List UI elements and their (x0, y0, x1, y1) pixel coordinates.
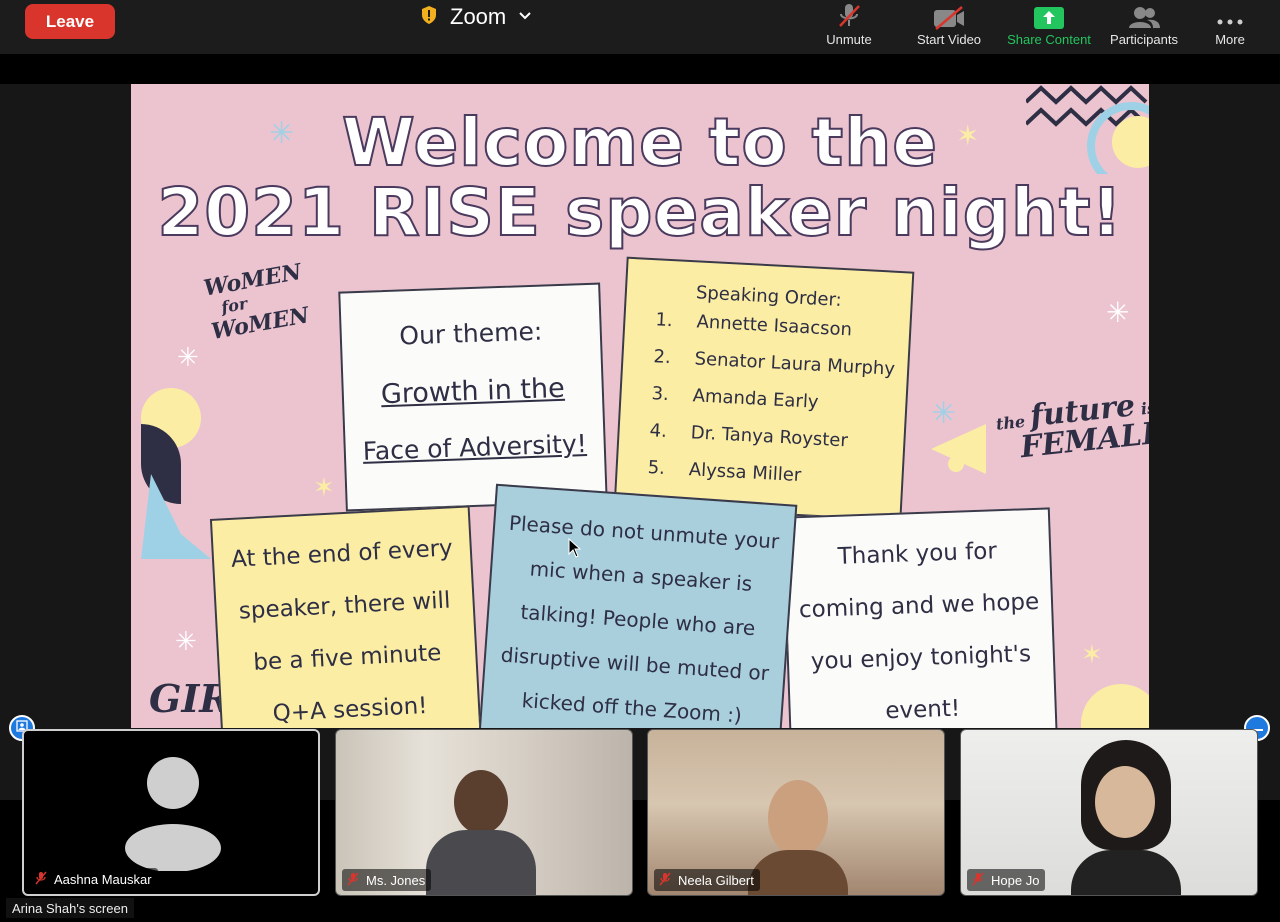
video-off-icon (932, 0, 966, 30)
participant-name-tag: Neela Gilbert (654, 869, 760, 891)
mic-muted-icon (34, 871, 48, 888)
participant-name-tag: Aashna Mauskar (30, 868, 158, 890)
qa-card-text: At the end of every speaker, there will … (230, 535, 454, 727)
unmute-label: Unmute (826, 32, 872, 47)
share-up-arrow-icon (1033, 0, 1065, 30)
unmute-button[interactable]: Unmute (820, 0, 878, 54)
shield-icon (420, 5, 438, 30)
mic-muted-icon (834, 0, 864, 30)
share-content-button[interactable]: Share Content (1002, 0, 1096, 54)
sun-decoration-icon (1081, 684, 1149, 728)
video-feed (748, 780, 848, 895)
slide-title-line-1: Welcome to the (341, 103, 938, 182)
mouse-cursor-icon (568, 538, 582, 558)
sparkle-decoration-icon: ✳ (931, 397, 957, 430)
thanks-card: Thank you for coming and we hope you enj… (781, 507, 1059, 728)
share-content-label: Share Content (1007, 32, 1091, 47)
theme-card: Our theme: Growth in the Face of Adversi… (338, 282, 608, 512)
participant-name-tag: Ms. Jones (342, 869, 432, 891)
theme-line-2: Face of Adversity! (362, 429, 588, 466)
participants-button[interactable]: Participants (1104, 0, 1184, 54)
meeting-title-area[interactable]: Zoom (420, 4, 532, 30)
speaking-order-list: 1. Annette Isaacson 2. Senator Laura Murph… (616, 308, 909, 508)
theme-line-1: Growth in the (380, 372, 566, 411)
leave-button[interactable]: Leave (25, 4, 115, 39)
start-video-label: Start Video (916, 32, 982, 47)
mic-muted-icon (346, 872, 360, 889)
participant-tile[interactable]: Ms. Jones (335, 729, 633, 896)
slide-title-line-2: 2021 RISE speaker night! (156, 173, 1123, 252)
participant-tile[interactable]: Aashna Mauskar (22, 729, 320, 896)
video-feed (426, 770, 536, 895)
toolbar-divider-strip (0, 54, 1280, 84)
top-toolbar: Leave Zoom Unmute Start Video Share Cont… (0, 0, 1280, 54)
start-video-button[interactable]: Start Video (912, 0, 986, 54)
participant-tile[interactable]: Hope Jo (960, 729, 1258, 896)
participant-tile[interactable]: Neela Gilbert (647, 729, 945, 896)
future-is-female-logo: the future is FEMALE (995, 388, 1149, 466)
more-dots-icon (1215, 0, 1245, 30)
sparkle-decoration-icon: ✳ (175, 626, 197, 656)
more-button[interactable]: More (1206, 0, 1254, 54)
women-for-women-logo: WoMEN for WoMEN (201, 258, 312, 346)
participant-name-tag: Hope Jo (967, 869, 1046, 891)
qa-card: At the end of every speaker, there will … (209, 505, 483, 728)
thanks-card-text: Thank you for coming and we hope you enj… (798, 538, 1040, 725)
mic-muted-icon (658, 872, 672, 889)
video-feed (1071, 740, 1181, 895)
chevron-down-icon[interactable] (518, 8, 532, 26)
sparkle-decoration-icon: ✶ (313, 472, 335, 502)
mute-rules-text: Please do not unmute your mic when a spe… (499, 510, 780, 728)
sparkle-decoration-icon: ✶ (1081, 639, 1103, 669)
theme-heading: Our theme: (398, 316, 543, 351)
meeting-title: Zoom (450, 4, 507, 29)
mute-rules-card: Please do not unmute your mic when a spe… (478, 483, 798, 728)
sparkle-decoration-icon: ✳ (1106, 297, 1130, 328)
shared-screen-slide: ✳ ✶ ✳ ✳ ✳ ✶ ✳ ✶ Welcome to the 2021 RISE… (131, 84, 1149, 728)
speaking-order-card: Speaking Order: 1. Annette Isaacson 2. Sen… (613, 256, 915, 522)
participants-label: Participants (1110, 32, 1178, 47)
avatar-placeholder-icon (125, 757, 221, 871)
sparkle-decoration-icon: ✳ (177, 342, 199, 372)
participants-icon (1127, 0, 1161, 30)
more-label: More (1215, 32, 1245, 47)
screen-share-label: Arina Shah's screen (6, 898, 134, 918)
mic-muted-icon (971, 872, 985, 889)
